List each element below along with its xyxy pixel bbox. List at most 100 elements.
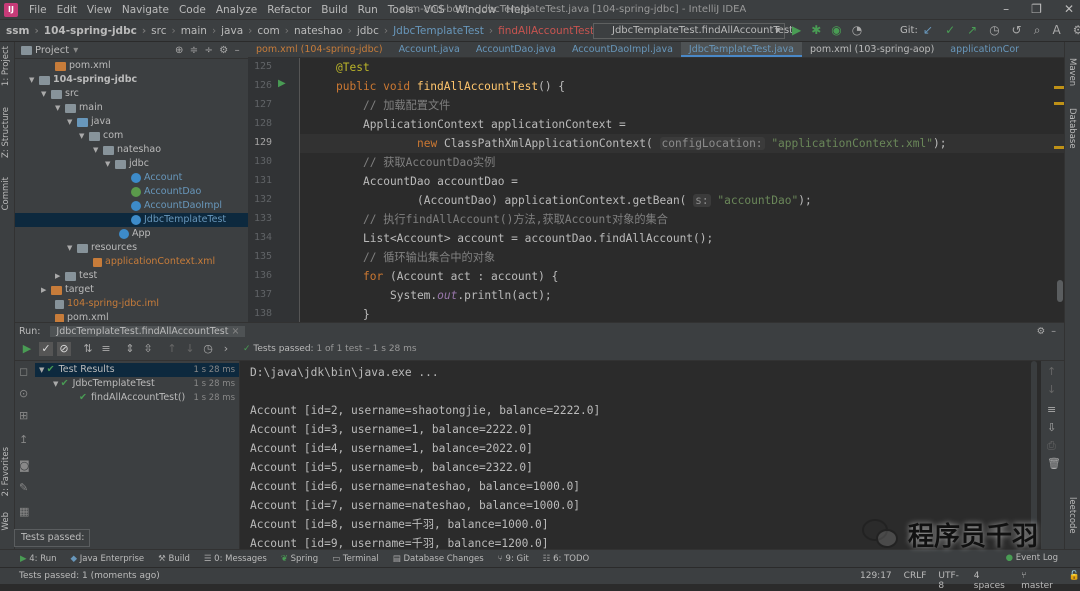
file-encoding[interactable]: UTF-8 <box>938 571 961 591</box>
tool-database-changes[interactable]: ▤ Database Changes <box>393 554 484 564</box>
run-config-select[interactable]: JdbcTemplateTest.findAllAccountTest ▾ <box>593 23 793 39</box>
tool-messages[interactable]: ☰ 0: Messages <box>204 554 267 564</box>
tree-item[interactable]: ▶ target <box>41 283 94 297</box>
tool-java-enterprise[interactable]: ◆ Java Enterprise <box>71 554 145 564</box>
tree-item-selected[interactable]: JdbcTemplateTest <box>15 213 248 227</box>
hide-icon[interactable]: – <box>235 45 240 56</box>
tab-accountdaoimpl[interactable]: AccountDaoImpl.java <box>564 42 681 57</box>
rollback-icon[interactable]: ↺ <box>1012 23 1022 38</box>
settings-icon[interactable]: ✎ <box>19 481 28 494</box>
breadcrumb-class[interactable]: JdbcTemplateTest › <box>393 25 498 37</box>
warning-marker[interactable] <box>1054 86 1064 89</box>
up-icon[interactable]: ↑ <box>1047 365 1056 378</box>
tree-item[interactable]: AccountDaoImpl <box>131 199 222 213</box>
tree-item[interactable]: ▶ test <box>55 269 97 283</box>
tree-item[interactable]: ▼ main <box>55 101 103 115</box>
tree-item[interactable]: ▼ src <box>41 87 79 101</box>
tool-tab-project[interactable]: 1: Project <box>1 46 11 86</box>
caret-position[interactable]: 129:17 <box>860 571 892 591</box>
down-icon[interactable]: ↓ <box>1047 383 1056 396</box>
tree-item[interactable]: pom.xml <box>55 59 111 73</box>
tool-tab-web[interactable]: Web <box>1 512 11 531</box>
tree-item[interactable]: 104-spring-jdbc.iml <box>55 297 159 311</box>
test-method-node[interactable]: ✔ findAllAccountTest() 1 s 28 ms <box>35 391 239 405</box>
collapse-icon[interactable]: ≑ <box>190 45 198 56</box>
expand-arrow-icon[interactable]: ▼ <box>53 380 61 388</box>
tree-item[interactable]: App <box>119 227 151 241</box>
event-log-button[interactable]: ● Event Log <box>1006 553 1058 563</box>
menu-code[interactable]: Code <box>174 4 211 16</box>
tool-spring[interactable]: ❦ Spring <box>281 554 318 564</box>
expand-arrow-icon[interactable]: ▼ <box>67 115 77 129</box>
next-failed-icon[interactable]: ↓ <box>183 342 197 356</box>
show-passed-icon[interactable]: ✓ <box>39 342 53 356</box>
breadcrumb-java[interactable]: java › <box>221 25 257 37</box>
breadcrumb-module[interactable]: 104-spring-jdbc › <box>44 25 151 37</box>
tool-todo[interactable]: ☷ 6: TODO <box>543 554 589 564</box>
tool-run[interactable]: ▶ 4: Run <box>20 554 57 564</box>
tree-item[interactable]: ▼ java <box>67 115 111 129</box>
sort-duration-icon[interactable]: ≡ <box>99 342 113 356</box>
code-area[interactable]: @Test public void findAllAccountTest() {… <box>300 58 1064 322</box>
tool-tab-leetcode[interactable]: leetcode <box>1067 497 1077 534</box>
git-branch[interactable]: ⑂ master <box>1021 571 1057 591</box>
console-scrollbar[interactable] <box>1031 361 1037 531</box>
menu-analyze[interactable]: Analyze <box>211 4 262 16</box>
settings-icon[interactable]: ⚙ <box>1073 23 1080 38</box>
tab-pom-104[interactable]: pom.xml (104-spring-jdbc) <box>248 42 391 57</box>
breadcrumb-nateshao[interactable]: nateshao › <box>294 25 357 37</box>
tree-item[interactable]: applicationContext.xml <box>93 255 215 269</box>
history-icon[interactable]: ◷ <box>201 342 215 356</box>
warning-marker[interactable] <box>1054 146 1064 149</box>
chevron-down-icon[interactable]: ▾ <box>73 45 78 56</box>
tree-item[interactable]: ▼ 104-spring-jdbc <box>29 73 137 87</box>
git-update-icon[interactable]: ↙ <box>923 23 933 38</box>
trash-icon[interactable]: 🗑 <box>1047 457 1061 470</box>
indent-setting[interactable]: 4 spaces <box>974 571 1009 591</box>
debug-icon[interactable]: ✱ <box>811 23 821 37</box>
line-separator[interactable]: CRLF <box>904 571 927 591</box>
profile-icon[interactable]: ◔ <box>852 23 862 37</box>
tool-tab-maven[interactable]: Maven <box>1067 58 1077 86</box>
tree-item[interactable]: AccountDao <box>131 185 201 199</box>
target-icon[interactable]: ⊕ <box>175 45 183 56</box>
expand-arrow-icon[interactable]: ▼ <box>55 101 65 115</box>
expand-arrow-icon[interactable]: ▼ <box>29 73 39 87</box>
stop-icon[interactable]: ◻ <box>19 365 28 378</box>
close-icon[interactable]: ✕ <box>1064 2 1074 16</box>
search-icon[interactable]: ⌕ <box>1034 23 1041 38</box>
tool-tab-commit[interactable]: Commit <box>1 177 11 210</box>
tool-tab-favorites[interactable]: 2: Favorites <box>1 447 11 496</box>
breadcrumb-method[interactable]: findAllAccountTest <box>498 25 594 37</box>
tool-terminal[interactable]: ▭ Terminal <box>332 554 379 564</box>
rerun-icon[interactable]: ▶ <box>20 342 34 356</box>
tree-item[interactable]: ▼ com <box>79 129 123 143</box>
tree-item[interactable]: ▼ jdbc <box>105 157 149 171</box>
export-icon[interactable]: ↥ <box>19 433 28 446</box>
menu-view[interactable]: View <box>82 4 117 16</box>
status-message[interactable]: Tests passed: 1 (moments ago) <box>19 571 160 581</box>
menu-file[interactable]: File <box>24 4 52 16</box>
restore-layout-icon[interactable]: ⊙ <box>19 387 28 400</box>
layout-icon[interactable]: ▦ <box>19 505 29 518</box>
expand-arrow-icon[interactable]: ▼ <box>79 129 89 143</box>
tab-pom-103[interactable]: pom.xml (103-spring-aop) <box>802 42 942 57</box>
tab-jdbctemplatetest[interactable]: JdbcTemplateTest.java <box>680 42 802 57</box>
expand-all-icon[interactable]: ⇕ <box>123 342 137 356</box>
tab-account[interactable]: Account.java <box>391 42 468 57</box>
collapsed-arrow-icon[interactable]: ▶ <box>55 269 65 283</box>
warning-marker[interactable] <box>1054 102 1064 105</box>
expand-arrow-icon[interactable]: ▼ <box>41 87 51 101</box>
expand-arrow-icon[interactable]: ▼ <box>105 157 115 171</box>
test-class-node[interactable]: ▼ ✔ JdbcTemplateTest 1 s 28 ms <box>35 377 239 391</box>
expand-arrow-icon[interactable]: ▼ <box>93 143 103 157</box>
sort-alpha-icon[interactable]: ⇅ <box>81 342 95 356</box>
run-test-gutter-icon[interactable]: ▶ <box>278 78 286 89</box>
gear-icon[interactable]: ⚙ <box>219 45 228 56</box>
collapse-all-icon[interactable]: ⇳ <box>141 342 155 356</box>
editor-scrollbar[interactable] <box>1057 280 1063 302</box>
breadcrumb-main[interactable]: main › <box>181 25 221 37</box>
tree-item[interactable]: Account <box>131 171 182 185</box>
print-icon[interactable]: ⎙ <box>1047 439 1056 453</box>
git-push-icon[interactable]: ↗ <box>967 23 977 38</box>
